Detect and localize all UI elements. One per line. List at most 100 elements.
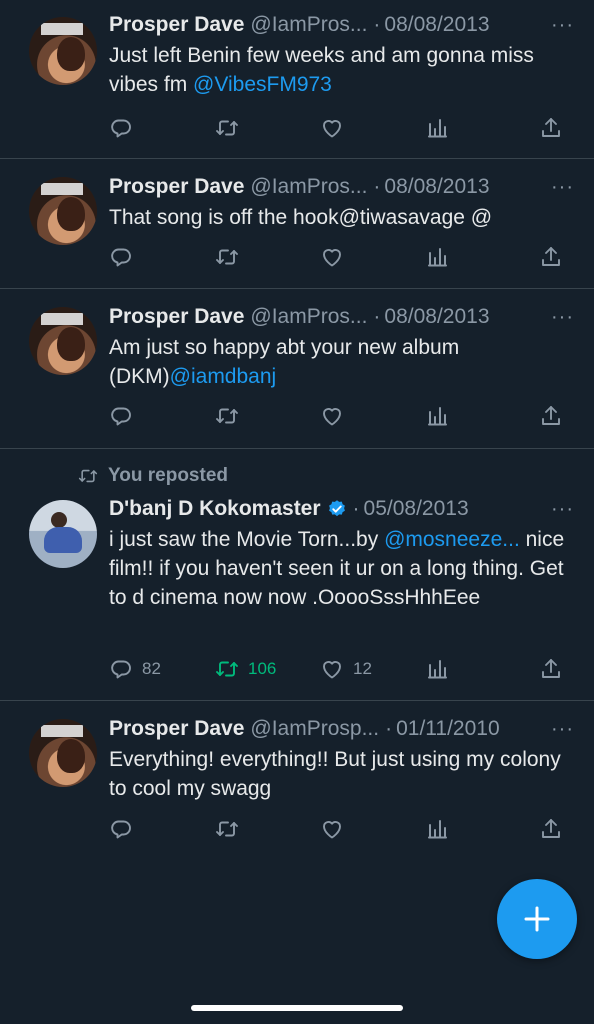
more-icon[interactable]: ··· <box>551 495 574 523</box>
author-handle[interactable]: @IamPros... <box>250 11 367 39</box>
repost-label: You reposted <box>108 465 228 486</box>
repost-icon <box>215 817 239 841</box>
plus-icon <box>524 906 550 932</box>
repost-count: 106 <box>248 659 277 678</box>
more-icon[interactable]: ··· <box>551 11 574 39</box>
views-button[interactable] <box>425 814 449 844</box>
compose-button[interactable] <box>497 879 577 959</box>
share-button[interactable] <box>539 654 563 684</box>
avatar[interactable] <box>29 500 97 568</box>
share-icon <box>539 657 563 681</box>
share-button[interactable] <box>539 814 563 844</box>
tweet-actions <box>109 401 564 431</box>
author-name[interactable]: D'banj D Kokomaster <box>109 495 321 523</box>
tweet-date[interactable]: 08/08/2013 <box>384 11 489 39</box>
repost-icon <box>78 466 98 486</box>
avatar[interactable] <box>29 17 97 85</box>
tweet-date[interactable]: 01/11/2010 <box>396 715 500 743</box>
share-button[interactable] <box>539 242 563 272</box>
avatar[interactable] <box>29 719 97 787</box>
avatar[interactable] <box>29 307 97 375</box>
tweet[interactable]: Prosper Dave @IamPros... · 08/08/2013 ··… <box>0 0 594 159</box>
more-icon[interactable]: ··· <box>551 173 574 201</box>
repost-button[interactable] <box>215 814 239 844</box>
reply-icon <box>109 404 133 428</box>
tweet[interactable]: Prosper Dave @IamProsp... · 01/11/2010 ·… <box>0 701 594 866</box>
repost-icon <box>215 245 239 269</box>
avatar[interactable] <box>29 177 97 245</box>
tweet-header: D'banj D Kokomaster · 05/08/2013 ··· <box>109 495 574 523</box>
reply-button[interactable] <box>109 113 133 143</box>
separator: · <box>352 497 360 520</box>
reply-button[interactable]: 82 <box>109 654 161 684</box>
views-button[interactable] <box>425 113 449 143</box>
tweet-header: Prosper Dave @IamPros... · 08/08/2013 ··… <box>109 173 574 201</box>
share-button[interactable] <box>539 401 563 431</box>
tweet-text: Just left Benin few weeks and am gonna m… <box>109 41 574 99</box>
separator: · <box>373 13 381 36</box>
separator: · <box>373 305 381 328</box>
reply-icon <box>109 817 133 841</box>
like-button[interactable] <box>320 401 344 431</box>
reply-count: 82 <box>142 659 161 678</box>
share-button[interactable] <box>539 113 563 143</box>
tweet-text: That song is off the hook@tiwasavage @ <box>109 203 574 232</box>
tweet-header: Prosper Dave @IamProsp... · 01/11/2010 ·… <box>109 715 574 743</box>
home-indicator[interactable] <box>191 1005 403 1011</box>
reply-button[interactable] <box>109 242 133 272</box>
mention-link[interactable]: @mosneeze... <box>384 528 520 551</box>
repost-icon <box>215 116 239 140</box>
repost-icon <box>215 404 239 428</box>
share-icon <box>539 116 563 140</box>
views-icon <box>425 404 449 428</box>
tweet-actions <box>109 113 564 143</box>
separator: · <box>385 717 393 740</box>
like-button[interactable] <box>320 242 344 272</box>
author-handle[interactable]: @IamPros... <box>250 303 367 331</box>
like-icon <box>320 657 344 681</box>
tweet[interactable]: Prosper Dave @IamPros... · 08/08/2013 ··… <box>0 159 594 289</box>
views-icon <box>425 116 449 140</box>
reply-button[interactable] <box>109 401 133 431</box>
like-count: 12 <box>353 659 372 678</box>
tweet-date[interactable]: 08/08/2013 <box>384 173 489 201</box>
views-button[interactable] <box>425 401 449 431</box>
tweet[interactable]: You reposted D'banj D Kokomaster · 05/08… <box>0 449 594 701</box>
like-button[interactable] <box>320 113 344 143</box>
reply-button[interactable] <box>109 814 133 844</box>
repost-button[interactable]: 106 <box>215 654 276 684</box>
like-button[interactable] <box>320 814 344 844</box>
repost-icon <box>215 657 239 681</box>
author-name[interactable]: Prosper Dave <box>109 715 244 743</box>
author-handle[interactable]: @IamPros... <box>250 173 367 201</box>
tweet-actions: 82 106 12 <box>109 654 564 684</box>
more-icon[interactable]: ··· <box>551 303 574 331</box>
repost-button[interactable] <box>215 113 239 143</box>
tweet-text-body: Everything! everything!! But just using … <box>109 748 561 800</box>
mention-link[interactable]: @iamdbanj <box>170 365 277 388</box>
author-name[interactable]: Prosper Dave <box>109 303 244 331</box>
repost-button[interactable] <box>215 242 239 272</box>
views-button[interactable] <box>425 654 449 684</box>
like-button[interactable]: 12 <box>320 654 372 684</box>
tweet-date[interactable]: 05/08/2013 <box>364 495 469 523</box>
separator: · <box>373 175 381 198</box>
like-icon <box>320 245 344 269</box>
views-icon <box>425 817 449 841</box>
views-button[interactable] <box>425 242 449 272</box>
reply-icon <box>109 657 133 681</box>
author-name[interactable]: Prosper Dave <box>109 11 244 39</box>
mention-link[interactable]: @VibesFM973 <box>193 73 332 96</box>
tweet-text: i just saw the Movie Torn...by @mosneeze… <box>109 525 574 612</box>
tweet-actions <box>109 242 564 272</box>
like-icon <box>320 116 344 140</box>
tweet-date[interactable]: 08/08/2013 <box>384 303 489 331</box>
repost-button[interactable] <box>215 401 239 431</box>
repost-indicator: You reposted <box>78 465 228 487</box>
share-icon <box>539 404 563 428</box>
tweet[interactable]: Prosper Dave @IamPros... · 08/08/2013 ··… <box>0 289 594 449</box>
tweet-actions <box>109 814 564 844</box>
author-handle[interactable]: @IamProsp... <box>250 715 379 743</box>
more-icon[interactable]: ··· <box>551 715 574 743</box>
author-name[interactable]: Prosper Dave <box>109 173 244 201</box>
